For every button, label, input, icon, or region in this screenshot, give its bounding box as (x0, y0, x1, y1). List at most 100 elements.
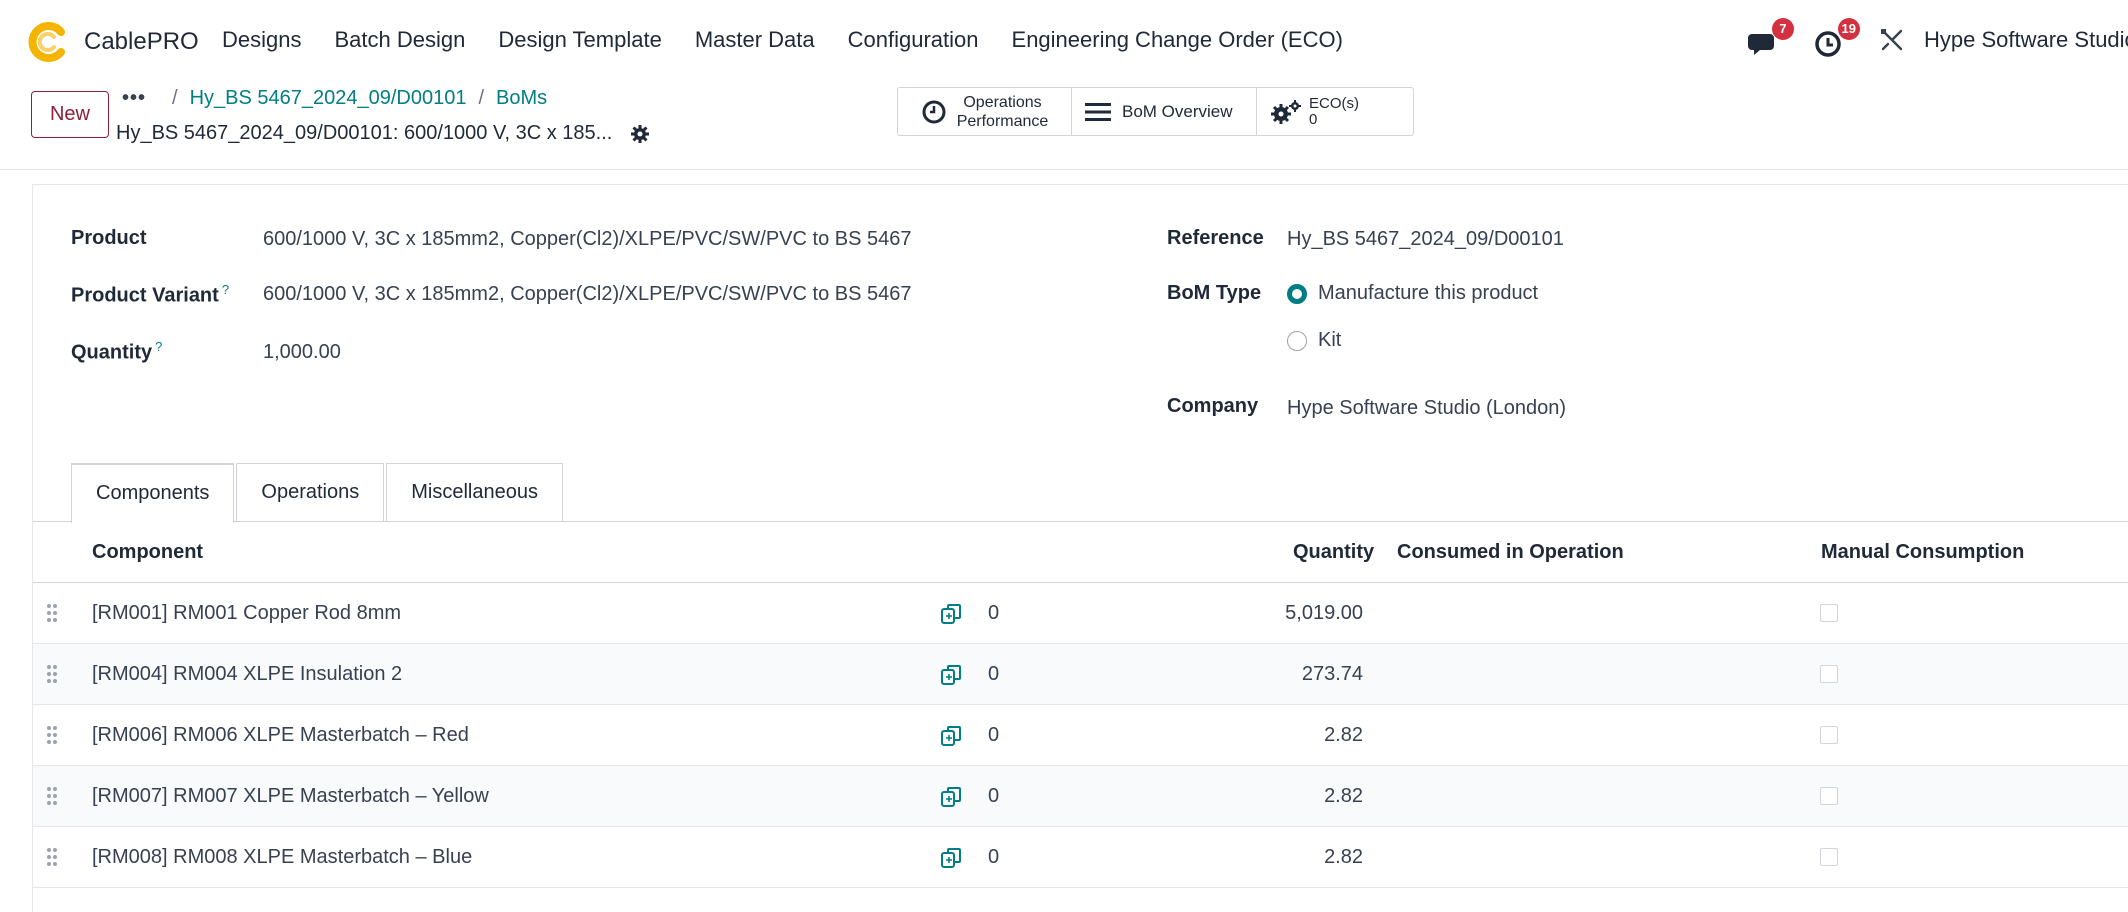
bom-type-label: BoM Type (1167, 282, 1262, 304)
form-sheet: Product 600/1000 V, 3C x 185mm2, Copper(… (32, 184, 2128, 912)
column-manual-consumption[interactable]: Manual Consumption (1821, 522, 2024, 583)
reference-field[interactable]: Hy_BS 5467_2024_09/D00101 (1287, 228, 1564, 251)
manual-consumption-checkbox[interactable] (1820, 604, 1838, 622)
product-variant-field[interactable]: 600/1000 V, 3C x 185mm2, Copper(Cl2)/XLP… (263, 283, 911, 306)
component-count-cell: 0 (988, 724, 1000, 746)
help-tooltip-icon[interactable]: ? (222, 282, 229, 297)
operations-performance-button[interactable]: Operations Performance (898, 88, 1072, 135)
manual-consumption-checkbox[interactable] (1820, 726, 1838, 744)
manual-consumption-checkbox[interactable] (1820, 848, 1838, 866)
breadcrumb-design-link[interactable]: Hy_BS 5467_2024_09/D00101 (190, 87, 467, 110)
tools-icon (1881, 29, 1903, 51)
manual-consumption-checkbox[interactable] (1820, 665, 1838, 683)
company-label: Company (1167, 395, 1259, 417)
component-cell[interactable]: [RM004] RM004 XLPE Insulation 2 (92, 644, 402, 705)
cablepro-logo-icon (28, 22, 65, 62)
smart-buttons: Operations Performance BoM Overview ECO(… (897, 87, 1414, 136)
column-quantity[interactable]: Quantity (1293, 522, 1374, 583)
quantity-cell[interactable]: 273.74 (1203, 644, 1363, 705)
table-row[interactable]: [RM004] RM004 XLPE Insulation 2 0 273.74 (33, 644, 2128, 705)
copy-icon[interactable] (940, 725, 962, 747)
component-count-cell: 0 (988, 785, 1000, 807)
eco-count: 0 (1309, 110, 1318, 128)
screen: CablePRO Designs Batch Design Design Tem… (0, 0, 2128, 912)
tab-components[interactable]: Components (71, 463, 235, 523)
quantity-field[interactable]: 1,000.00 (263, 341, 341, 364)
component-cell[interactable]: [RM006] RM006 XLPE Masterbatch – Red (92, 705, 469, 766)
bom-type-kit-label: Kit (1318, 329, 1342, 351)
table-row[interactable]: [RM008] RM008 XLPE Masterbatch – Blue 0 2.… (33, 827, 2128, 888)
quantity-cell[interactable]: 2.82 (1203, 705, 1363, 766)
debug-tools-button[interactable] (1878, 20, 1908, 60)
quantity-cell[interactable]: 2.82 (1203, 766, 1363, 827)
menu-master-data[interactable]: Master Data (695, 27, 815, 53)
copy-icon[interactable] (940, 786, 962, 808)
menu-configuration[interactable]: Configuration (848, 27, 979, 53)
breadcrumb-separator: / (172, 87, 178, 109)
messages-badge: 7 (1772, 18, 1794, 40)
table-row[interactable]: [RM006] RM006 XLPE Masterbatch – Red 0 2.8… (33, 705, 2128, 766)
app-window: CablePRO Designs Batch Design Design Tem… (0, 0, 2128, 912)
new-button[interactable]: New (31, 91, 109, 138)
eco-label: ECO(s) 0 (1309, 94, 1359, 128)
control-panel: New ••• / Hy_BS 5467_2024_09/D00101 / Bo… (0, 82, 2128, 170)
brand[interactable]: CablePRO (28, 22, 199, 62)
eco-button[interactable]: ECO(s) 0 (1257, 88, 1413, 135)
quantity-label: Quantity? (71, 339, 163, 364)
component-count-cell: 0 (988, 602, 1000, 624)
activities-button[interactable]: 19 (1812, 18, 1860, 60)
company-switcher[interactable]: Hype Software Studio (1924, 27, 2128, 53)
copy-icon[interactable] (940, 664, 962, 686)
manual-consumption-checkbox[interactable] (1820, 787, 1838, 805)
radio-selected-icon (1287, 283, 1307, 304)
company-field[interactable]: Hype Software Studio (London) (1287, 397, 1566, 420)
clock-icon (922, 100, 946, 123)
main-menu: Designs Batch Design Design Template Mas… (222, 27, 1376, 53)
component-cell[interactable]: [RM008] RM008 XLPE Masterbatch – Blue (92, 827, 472, 888)
drag-handle-icon[interactable] (45, 847, 59, 867)
product-field[interactable]: 600/1000 V, 3C x 185mm2, Copper(Cl2)/XLP… (263, 228, 911, 251)
drag-handle-icon[interactable] (45, 725, 59, 745)
top-navbar: CablePRO Designs Batch Design Design Tem… (0, 0, 2128, 82)
table-row[interactable]: [RM001] RM001 Copper Rod 8mm 0 5,019.00 (33, 583, 2128, 644)
record-title-row: Hy_BS 5467_2024_09/D00101: 600/1000 V, 3… (116, 122, 650, 145)
table-row[interactable]: [RM007] RM007 XLPE Masterbatch – Yellow 0… (33, 766, 2128, 827)
component-count-cell: 0 (988, 663, 1000, 685)
bom-overview-button[interactable]: BoM Overview (1072, 88, 1257, 135)
systray: 7 19 Hype Software Studio (1746, 18, 2128, 60)
bom-type-manufacture-radio[interactable]: Manufacture this product (1287, 282, 1538, 305)
operations-line2: Performance (956, 112, 1049, 130)
breadcrumb-boms-link[interactable]: BoMs (496, 87, 547, 110)
gear-icon[interactable] (630, 124, 650, 144)
tab-operations[interactable]: Operations (236, 463, 385, 522)
menu-designs[interactable]: Designs (222, 27, 301, 53)
menu-batch-design[interactable]: Batch Design (334, 27, 465, 53)
copy-icon[interactable] (940, 847, 962, 869)
brand-name: CablePRO (84, 28, 199, 55)
drag-handle-icon[interactable] (45, 603, 59, 623)
breadcrumb: ••• / Hy_BS 5467_2024_09/D00101 / BoMs (122, 87, 547, 110)
quantity-cell[interactable]: 5,019.00 (1203, 583, 1363, 644)
drag-handle-icon[interactable] (45, 664, 59, 684)
breadcrumb-ellipsis-button[interactable]: ••• (122, 87, 146, 110)
activities-badge: 19 (1837, 18, 1860, 40)
component-cell[interactable]: [RM001] RM001 Copper Rod 8mm (92, 583, 401, 644)
menu-design-template[interactable]: Design Template (498, 27, 661, 53)
reference-label: Reference (1167, 227, 1264, 249)
list-icon (1085, 102, 1111, 121)
quantity-cell[interactable]: 2.82 (1203, 827, 1363, 888)
eco-label-text: ECO(s) (1309, 94, 1359, 112)
breadcrumb-separator: / (478, 87, 485, 109)
copy-icon[interactable] (940, 603, 962, 625)
component-cell[interactable]: [RM007] RM007 XLPE Masterbatch – Yellow (92, 766, 489, 827)
bom-type-kit-radio[interactable]: Kit (1287, 329, 1341, 352)
operations-line1: Operations (963, 93, 1042, 111)
record-title: Hy_BS 5467_2024_09/D00101: 600/1000 V, 3… (116, 122, 613, 144)
column-consumed-in-operation[interactable]: Consumed in Operation (1397, 522, 1624, 583)
messages-button[interactable]: 7 (1746, 18, 1794, 60)
column-component[interactable]: Component (92, 522, 203, 583)
menu-eco[interactable]: Engineering Change Order (ECO) (1012, 27, 1343, 53)
help-tooltip-icon[interactable]: ? (155, 339, 162, 354)
drag-handle-icon[interactable] (45, 786, 59, 806)
tab-miscellaneous[interactable]: Miscellaneous (386, 463, 563, 522)
